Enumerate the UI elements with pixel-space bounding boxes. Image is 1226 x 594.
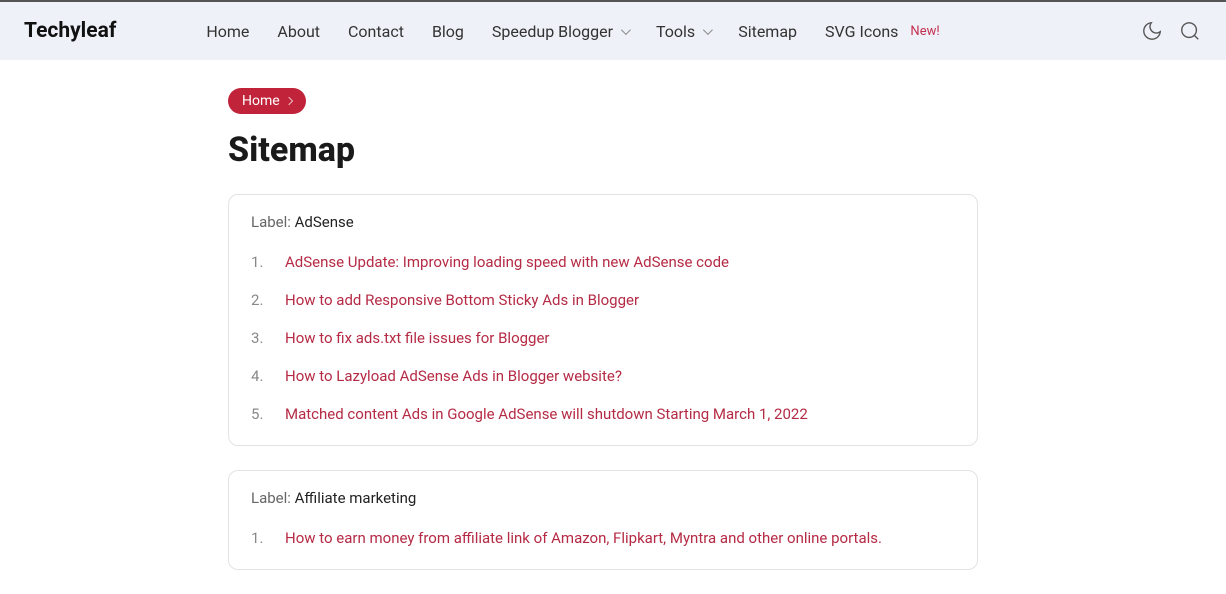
breadcrumb[interactable]: Home <box>228 88 306 114</box>
list-item: How to fix ads.txt file issues for Blogg… <box>251 329 955 347</box>
section-label: Label: Affiliate marketing <box>251 489 955 507</box>
list-item: Matched content Ads in Google AdSense wi… <box>251 405 955 423</box>
sitemap-link[interactable]: AdSense Update: Improving loading speed … <box>285 253 729 271</box>
nav-blog[interactable]: Blog <box>432 22 464 41</box>
sitemap-link[interactable]: How to fix ads.txt file issues for Blogg… <box>285 329 550 347</box>
label-value: AdSense <box>295 213 354 231</box>
brand-logo[interactable]: Techyleaf <box>24 19 116 43</box>
site-header: Techyleaf Home About Contact Blog Speedu… <box>0 2 1226 60</box>
sitemap-link[interactable]: Matched content Ads in Google AdSense wi… <box>285 405 808 423</box>
header-actions <box>1140 19 1202 43</box>
chevron-down-icon <box>703 25 713 35</box>
page-title: Sitemap <box>228 130 978 170</box>
moon-icon <box>1141 20 1163 42</box>
search-button[interactable] <box>1178 19 1202 43</box>
sitemap-link[interactable]: How to earn money from affiliate link of… <box>285 529 882 547</box>
nav-tools-label: Tools <box>656 22 695 41</box>
sitemap-section: Label: AdSense AdSense Update: Improving… <box>228 194 978 446</box>
main-nav: Home About Contact Blog Speedup Blogger … <box>206 22 939 41</box>
list-item: How to Lazyload AdSense Ads in Blogger w… <box>251 367 955 385</box>
search-icon <box>1179 20 1201 42</box>
section-label: Label: AdSense <box>251 213 955 231</box>
nav-speedup-label: Speedup Blogger <box>492 22 613 41</box>
breadcrumb-home: Home <box>242 93 280 109</box>
nav-speedup[interactable]: Speedup Blogger <box>492 22 628 41</box>
nav-sitemap[interactable]: Sitemap <box>738 22 797 41</box>
theme-toggle[interactable] <box>1140 19 1164 43</box>
nav-home[interactable]: Home <box>206 22 249 41</box>
nav-about[interactable]: About <box>277 22 320 41</box>
nav-svgicons[interactable]: SVG Icons New! <box>825 22 940 41</box>
chevron-right-icon <box>284 97 292 105</box>
list-item: How to earn money from affiliate link of… <box>251 529 955 547</box>
link-list: How to earn money from affiliate link of… <box>251 529 955 547</box>
sitemap-link[interactable]: How to add Responsive Bottom Sticky Ads … <box>285 291 639 309</box>
sitemap-link[interactable]: How to Lazyload AdSense Ads in Blogger w… <box>285 367 622 385</box>
link-list: AdSense Update: Improving loading speed … <box>251 253 955 423</box>
new-badge: New! <box>910 24 939 39</box>
label-prefix: Label: <box>251 213 295 231</box>
label-prefix: Label: <box>251 489 295 507</box>
list-item: How to add Responsive Bottom Sticky Ads … <box>251 291 955 309</box>
label-value: Affiliate marketing <box>295 489 417 507</box>
main-content: Home Sitemap Label: AdSense AdSense Upda… <box>228 60 978 570</box>
chevron-down-icon <box>621 25 631 35</box>
list-item: AdSense Update: Improving loading speed … <box>251 253 955 271</box>
nav-svgicons-label: SVG Icons <box>825 22 898 41</box>
nav-contact[interactable]: Contact <box>348 22 404 41</box>
nav-tools[interactable]: Tools <box>656 22 710 41</box>
sitemap-section: Label: Affiliate marketing How to earn m… <box>228 470 978 570</box>
